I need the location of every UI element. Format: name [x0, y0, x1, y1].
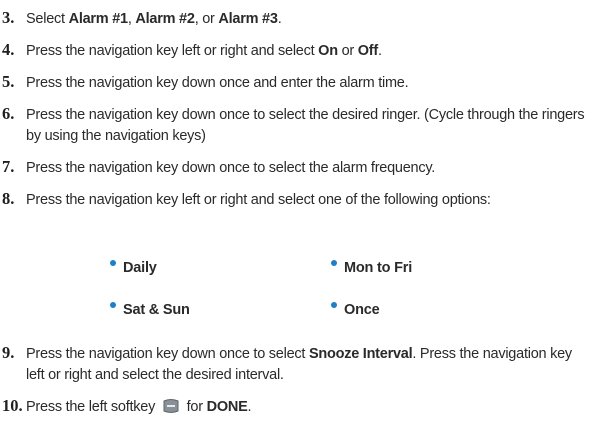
step-text: Press the navigation key left or right a… — [26, 192, 491, 208]
bullet-icon — [110, 302, 116, 308]
step-text: Select Alarm #1, Alarm #2, or Alarm #3. — [26, 11, 282, 27]
step-text: Press the navigation key down once to se… — [26, 160, 436, 176]
bullet-icon — [110, 260, 116, 266]
step-number: 3. — [2, 8, 15, 27]
option-item: Mon to Fri — [331, 260, 412, 276]
step-number: 6. — [2, 104, 15, 123]
step-text: Press the navigation key down once and e… — [26, 75, 409, 91]
option-item: Once — [331, 302, 380, 318]
option-item: Sat & Sun — [110, 302, 190, 318]
step-text: Press the left softkey for DONE. — [26, 399, 252, 415]
step-number: 8. — [2, 189, 15, 208]
step-text: Press the navigation key down once to se… — [26, 346, 572, 383]
step-number: 10. — [2, 396, 23, 415]
step-text: Press the navigation key left or right a… — [26, 43, 382, 59]
option-item: Daily — [110, 260, 157, 276]
step-text: Press the navigation key down once to se… — [26, 107, 585, 144]
step-number: 5. — [2, 72, 15, 91]
bullet-icon — [331, 260, 337, 266]
left-softkey-icon — [163, 399, 179, 413]
step-number: 4. — [2, 40, 15, 59]
step-number: 9. — [2, 343, 15, 362]
step-number: 7. — [2, 157, 15, 176]
bullet-icon — [331, 302, 337, 308]
